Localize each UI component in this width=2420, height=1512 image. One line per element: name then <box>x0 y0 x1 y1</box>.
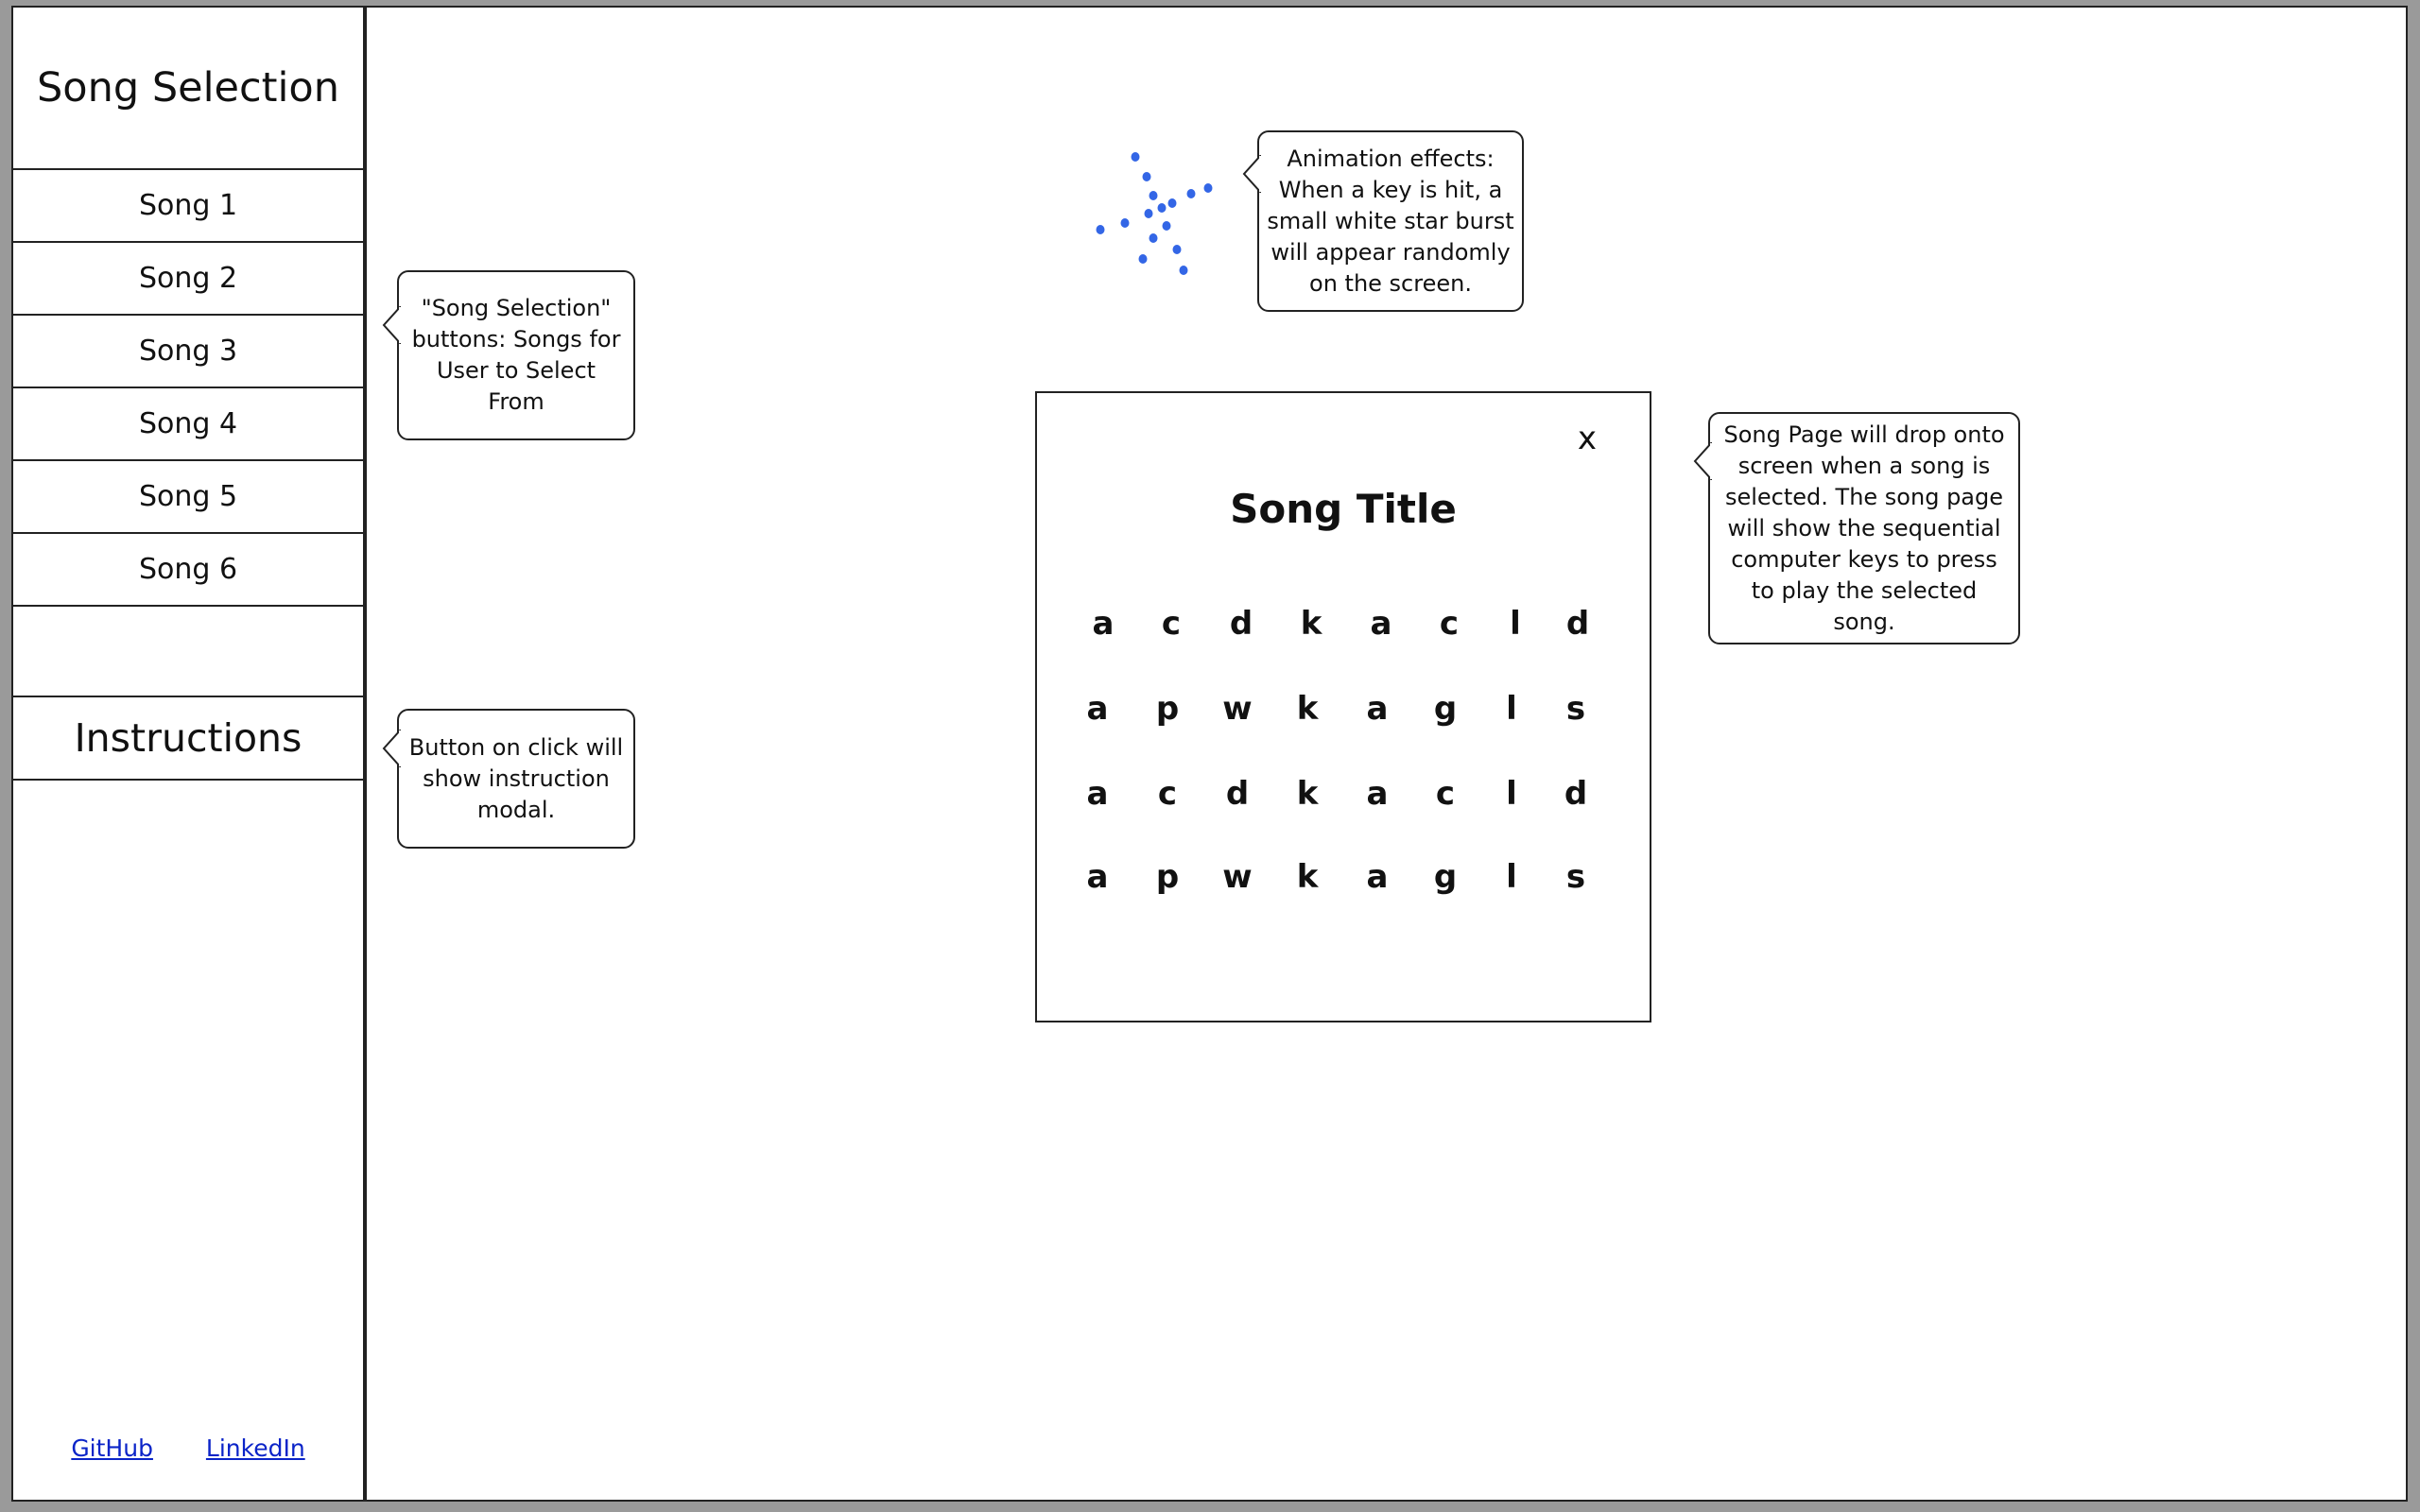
key: c <box>1157 775 1178 813</box>
key-row-3: a c d k a c l d <box>1037 775 1650 822</box>
key: k <box>1296 858 1319 896</box>
key: l <box>1506 690 1517 728</box>
key: a <box>1366 858 1389 896</box>
song-button-4[interactable]: Song 4 <box>13 388 363 461</box>
key: p <box>1155 690 1180 728</box>
key-row-4: a p w k a g l s <box>1037 858 1650 905</box>
star-burst-icon <box>1096 152 1213 275</box>
key: c <box>1161 605 1182 643</box>
song-selection-callout-text: "Song Selection" buttons: Songs for User… <box>411 295 621 415</box>
footer-links: GitHub LinkedIn <box>13 1435 363 1462</box>
song-button-5[interactable]: Song 5 <box>13 461 363 534</box>
app-frame: Song Selection Song 1 Song 2 Song 3 Song… <box>11 6 2408 1502</box>
key: k <box>1300 605 1322 643</box>
key-row-2: a p w k a g l s <box>1037 690 1650 737</box>
song-title: Song Title <box>1230 486 1457 532</box>
key: g <box>1433 858 1458 896</box>
key: d <box>1229 605 1253 643</box>
key: c <box>1435 775 1456 813</box>
key-row-1: a c d k a c l d <box>1037 605 1650 652</box>
sidebar: Song Selection Song 1 Song 2 Song 3 Song… <box>13 8 367 1500</box>
sidebar-title: Song Selection <box>13 8 363 170</box>
key: a <box>1366 775 1389 813</box>
github-link[interactable]: GitHub <box>71 1435 153 1462</box>
callout-tail <box>382 730 401 767</box>
key: c <box>1439 605 1460 643</box>
song-button-1[interactable]: Song 1 <box>13 170 363 243</box>
key: g <box>1433 690 1458 728</box>
key: p <box>1155 858 1180 896</box>
key: s <box>1565 690 1586 728</box>
key: d <box>1225 775 1250 813</box>
instructions-callout: Button on click will show instruction mo… <box>382 709 635 849</box>
close-button[interactable]: x <box>1578 420 1597 457</box>
key: k <box>1296 690 1319 728</box>
key: a <box>1086 775 1109 813</box>
key: l <box>1506 775 1517 813</box>
key: s <box>1565 858 1586 896</box>
animation-callout-text: Animation effects: When a key is hit, a … <box>1267 145 1514 297</box>
key: a <box>1366 690 1389 728</box>
linkedin-link[interactable]: LinkedIn <box>206 1435 305 1462</box>
key: w <box>1222 858 1253 896</box>
callout-tail <box>1242 155 1261 193</box>
key: a <box>1092 605 1115 643</box>
key: d <box>1564 775 1588 813</box>
instructions-callout-text: Button on click will show instruction mo… <box>408 733 624 823</box>
key: w <box>1222 690 1253 728</box>
callout-tail <box>382 306 401 344</box>
key: a <box>1086 858 1109 896</box>
song-selection-callout: "Song Selection" buttons: Songs for User… <box>382 270 635 440</box>
key: l <box>1510 605 1521 643</box>
song-button-6[interactable]: Song 6 <box>13 534 363 607</box>
instructions-button[interactable]: Instructions <box>13 696 363 781</box>
song-page-modal: x Song Title a c d k a c l d a p w k a g… <box>1035 391 1651 1022</box>
song-button-2[interactable]: Song 2 <box>13 243 363 316</box>
song-page-callout: Song Page will drop onto screen when a s… <box>1693 412 2020 644</box>
animation-callout: Animation effects: When a key is hit, a … <box>1242 130 1524 312</box>
key: l <box>1506 858 1517 896</box>
callout-tail <box>1693 442 1712 480</box>
key: k <box>1296 775 1319 813</box>
song-button-3[interactable]: Song 3 <box>13 316 363 388</box>
key: a <box>1086 690 1109 728</box>
key: d <box>1565 605 1590 643</box>
song-page-callout-text: Song Page will drop onto screen when a s… <box>1723 421 2005 635</box>
key: a <box>1370 605 1392 643</box>
